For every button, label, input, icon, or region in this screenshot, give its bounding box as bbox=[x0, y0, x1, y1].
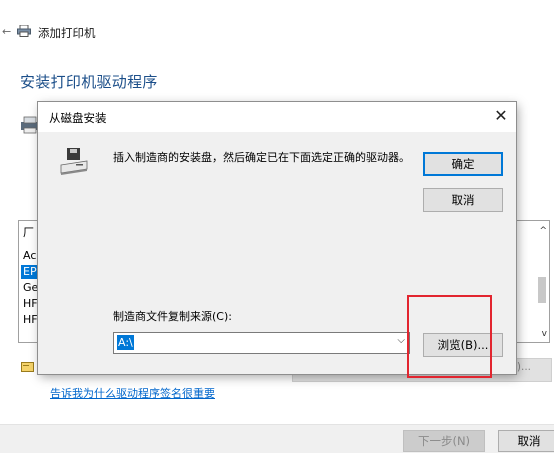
scroll-down-icon[interactable]: v bbox=[542, 329, 547, 339]
copy-source-combobox[interactable]: A:\ ⌵ bbox=[113, 332, 410, 354]
driver-signing-link[interactable]: 告诉我为什么驱动程序签名很重要 bbox=[50, 385, 215, 401]
scrollbar-thumb[interactable] bbox=[538, 277, 546, 303]
ok-button[interactable]: 确定 bbox=[423, 152, 503, 176]
chevron-down-icon[interactable]: ⌵ bbox=[397, 335, 405, 346]
scroll-up-icon[interactable]: ^ bbox=[539, 226, 547, 236]
wizard-cancel-button[interactable]: 取消 bbox=[498, 430, 554, 452]
printer-icon bbox=[17, 25, 31, 37]
disk-drive-icon bbox=[60, 148, 88, 175]
cancel-button[interactable]: 取消 bbox=[423, 188, 503, 212]
highlight-box bbox=[407, 295, 492, 378]
copy-source-label: 制造商文件复制来源(C): bbox=[113, 310, 232, 323]
copy-source-value[interactable]: A:\ bbox=[117, 335, 134, 350]
dialog-title: 从磁盘安装 bbox=[49, 111, 107, 125]
next-button[interactable]: 下一步(N) bbox=[403, 430, 485, 452]
dialog-titlebar: 从磁盘安装 ✕ bbox=[38, 102, 516, 132]
dialog-message: 插入制造商的安装盘，然后确定已在下面选定正确的驱动器。 bbox=[113, 151, 410, 164]
shield-certificate-icon bbox=[21, 362, 34, 372]
close-icon[interactable]: ✕ bbox=[490, 105, 512, 127]
back-arrow-icon[interactable]: ← bbox=[2, 25, 11, 38]
wizard-title: 添加打印机 bbox=[38, 26, 96, 40]
page-title: 安装打印机驱动程序 bbox=[20, 73, 158, 91]
